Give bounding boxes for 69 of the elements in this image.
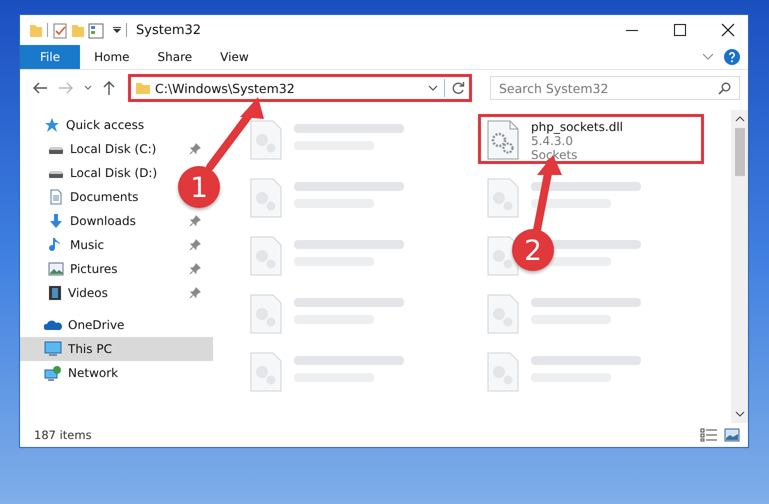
sidebar-label: Quick access: [66, 118, 144, 132]
sidebar-item[interactable]: Network: [20, 361, 213, 385]
sidebar-label: OneDrive: [68, 318, 124, 332]
pin-icon[interactable]: [189, 143, 201, 155]
quick-access-toolbar-icon[interactable]: [28, 20, 128, 40]
close-icon[interactable]: [721, 23, 735, 37]
pin-icon[interactable]: [189, 215, 201, 227]
picture-icon: [48, 262, 64, 276]
file-detail: 5.4.3.0: [531, 134, 574, 148]
pin-icon[interactable]: [189, 287, 201, 299]
scroll-up-icon[interactable]: [734, 116, 744, 122]
pin-icon[interactable]: [189, 239, 201, 251]
step-number-badge: 1: [178, 166, 220, 208]
item-count: 187 items: [34, 428, 92, 442]
document-icon: [48, 189, 64, 205]
film-icon: [48, 285, 62, 301]
sidebar-label: This PC: [68, 342, 112, 356]
pin-icon[interactable]: [189, 263, 201, 275]
up-icon[interactable]: [102, 80, 116, 96]
details-view-icon[interactable]: [700, 428, 718, 442]
sidebar-item[interactable]: This PC: [20, 337, 213, 361]
dropdown-caret-icon[interactable]: [428, 85, 438, 91]
scroll-down-icon[interactable]: [734, 411, 744, 417]
sidebar-label: Local Disk (D:): [70, 166, 158, 180]
step-number-badge: 2: [512, 229, 554, 271]
address-bar[interactable]: C:\Windows\System32: [128, 74, 472, 102]
ribbon-tab[interactable]: File: [20, 45, 80, 69]
network-icon: [44, 365, 62, 381]
recent-locations-caret-icon[interactable]: [84, 85, 92, 91]
maximize-icon[interactable]: [673, 23, 687, 37]
sidebar-item[interactable]: Downloads: [20, 209, 213, 233]
sidebar-label: Videos: [68, 286, 108, 300]
sidebar-item[interactable]: Local Disk (C:): [20, 137, 213, 161]
sidebar-label: Downloads: [70, 214, 136, 228]
file-name: php_sockets.dll: [531, 120, 623, 134]
help-icon[interactable]: [724, 49, 740, 65]
sidebar-item[interactable]: Music: [20, 233, 213, 257]
sidebar-item[interactable]: Quick access: [20, 113, 213, 137]
sidebar-label: Documents: [70, 190, 138, 204]
back-icon[interactable]: [32, 81, 48, 95]
chevron-down-icon[interactable]: [702, 53, 714, 61]
sidebar-label: Local Disk (C:): [70, 142, 156, 156]
monitor-icon: [44, 341, 62, 357]
file-tile[interactable]: php_sockets.dll 5.4.3.0 Sockets: [478, 114, 704, 164]
sidebar-item[interactable]: Pictures: [20, 257, 213, 281]
ribbon-tab[interactable]: View: [206, 45, 263, 69]
star-icon: [44, 117, 60, 133]
address-path: C:\Windows\System32: [155, 80, 295, 96]
ribbon-tab[interactable]: Home: [80, 45, 144, 69]
sidebar-item[interactable]: Local Disk (D:): [20, 161, 170, 185]
search-icon[interactable]: [718, 82, 731, 95]
window-title: System32: [136, 22, 202, 38]
file-detail: Sockets: [531, 148, 578, 162]
cloud-icon: [44, 319, 62, 331]
ribbon-tab[interactable]: Share: [144, 45, 206, 69]
sidebar-item[interactable]: Documents: [20, 185, 150, 209]
refresh-icon[interactable]: [451, 81, 465, 95]
sidebar-item[interactable]: Videos: [20, 281, 213, 305]
sidebar-label: Pictures: [70, 262, 118, 276]
folder-icon: [135, 81, 151, 95]
scroll-thumb[interactable]: [734, 128, 744, 176]
scrollbar[interactable]: [731, 110, 748, 423]
dll-file-icon: [487, 120, 519, 160]
sidebar-item[interactable]: OneDrive: [20, 313, 213, 337]
sidebar-label: Music: [70, 238, 104, 252]
search-field[interactable]: Search System32: [490, 76, 740, 100]
large-icons-view-icon[interactable]: [724, 428, 740, 442]
sidebar-label: Network: [68, 366, 118, 380]
download-arrow-icon: [48, 213, 64, 229]
